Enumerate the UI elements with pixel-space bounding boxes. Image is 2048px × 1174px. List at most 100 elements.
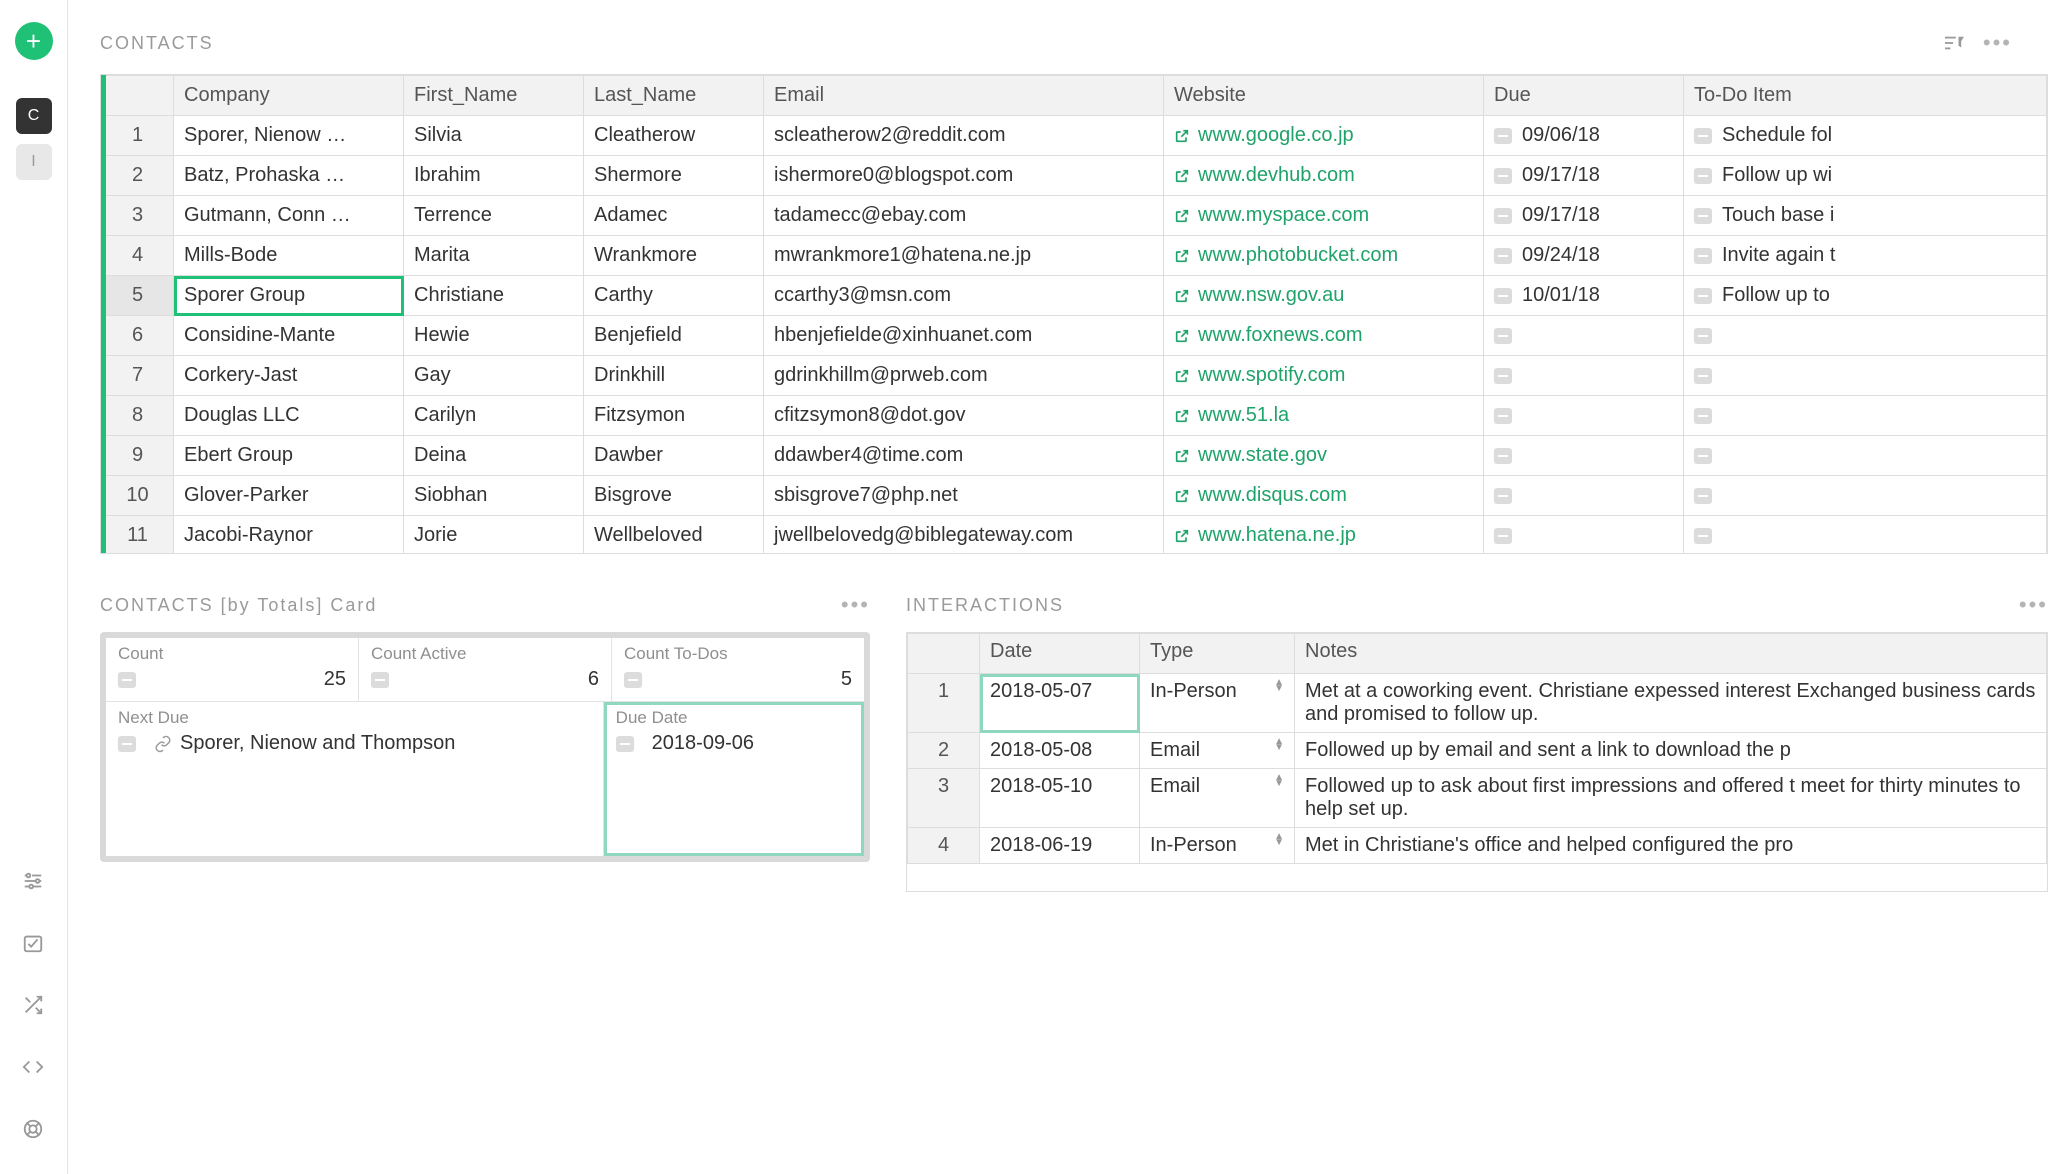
cell-due[interactable]: 09/17/18	[1484, 196, 1684, 236]
row-number[interactable]: 4	[102, 236, 174, 276]
cell-firstname[interactable]: Silvia	[404, 116, 584, 156]
cell-website[interactable]: www.google.co.jp	[1164, 116, 1484, 156]
cell-lastname[interactable]: Drinkhill	[584, 356, 764, 396]
cell-due[interactable]	[1484, 516, 1684, 555]
cell-email[interactable]: cfitzsymon8@dot.gov	[764, 396, 1164, 436]
cell-lastname[interactable]: Carthy	[584, 276, 764, 316]
cell-notes[interactable]: Met at a coworking event. Christiane exp…	[1295, 674, 2047, 733]
card-nextdue-value[interactable]: Sporer, Nienow and Thompson	[180, 732, 455, 755]
add-button[interactable]: +	[15, 22, 53, 60]
table-row[interactable]: 22018-05-08Email▲▼Followed up by email a…	[908, 733, 2047, 769]
cell-firstname[interactable]: Jorie	[404, 516, 584, 555]
cell-email[interactable]: ishermore0@blogspot.com	[764, 156, 1164, 196]
cell-website[interactable]: www.foxnews.com	[1164, 316, 1484, 356]
sort-caret-icon[interactable]: ▲▼	[1274, 834, 1284, 846]
cell-company[interactable]: Douglas LLC	[174, 396, 404, 436]
cell-company[interactable]: Batz, Prohaska …	[174, 156, 404, 196]
cell-notes[interactable]: Followed up to ask about first impressio…	[1295, 769, 2047, 828]
table-row[interactable]: 5Sporer GroupChristianeCarthyccarthy3@ms…	[102, 276, 2047, 316]
card-more-icon[interactable]: •••	[841, 592, 870, 618]
cell-notes[interactable]: Followed up by email and sent a link to …	[1295, 733, 2047, 769]
cell-website[interactable]: www.disqus.com	[1164, 476, 1484, 516]
sort-caret-icon[interactable]: ▲▼	[1274, 775, 1284, 787]
sliders-icon[interactable]	[22, 870, 46, 894]
table-row[interactable]: 4Mills-BodeMaritaWrankmoremwrankmore1@ha…	[102, 236, 2047, 276]
table-row[interactable]: 8Douglas LLCCarilynFitzsymoncfitzsymon8@…	[102, 396, 2047, 436]
cell-date[interactable]: 2018-05-08	[980, 733, 1140, 769]
help-icon[interactable]	[22, 1118, 46, 1142]
cell-company[interactable]: Mills-Bode	[174, 236, 404, 276]
cell-todo[interactable]	[1684, 316, 2047, 356]
cell-todo[interactable]	[1684, 436, 2047, 476]
table-row[interactable]: 7Corkery-JastGayDrinkhillgdrinkhillm@prw…	[102, 356, 2047, 396]
table-row[interactable]: 42018-06-19In-Person▲▼Met in Christiane'…	[908, 828, 2047, 864]
cell-firstname[interactable]: Gay	[404, 356, 584, 396]
cell-email[interactable]: jwellbelovedg@biblegateway.com	[764, 516, 1164, 555]
cell-todo[interactable]	[1684, 476, 2047, 516]
cell-due[interactable]	[1484, 316, 1684, 356]
table-row[interactable]: 11Jacobi-RaynorJorieWellbelovedjwellbelo…	[102, 516, 2047, 555]
sort-caret-icon[interactable]: ▲▼	[1274, 680, 1284, 692]
nav-tile-contacts[interactable]: C	[16, 98, 52, 134]
cell-todo[interactable]: Schedule fol	[1684, 116, 2047, 156]
row-number[interactable]: 2	[908, 733, 980, 769]
cell-due[interactable]	[1484, 436, 1684, 476]
int-col-notes[interactable]: Notes	[1295, 634, 2047, 674]
row-number[interactable]: 3	[102, 196, 174, 236]
table-row[interactable]: 6Considine-ManteHewieBenjefieldhbenjefie…	[102, 316, 2047, 356]
col-lastname[interactable]: Last_Name	[584, 76, 764, 116]
row-number[interactable]: 2	[102, 156, 174, 196]
cell-todo[interactable]	[1684, 516, 2047, 555]
int-col-type[interactable]: Type	[1140, 634, 1295, 674]
cell-lastname[interactable]: Wrankmore	[584, 236, 764, 276]
cell-lastname[interactable]: Adamec	[584, 196, 764, 236]
cell-todo[interactable]: Touch base i	[1684, 196, 2047, 236]
cell-website[interactable]: www.state.gov	[1164, 436, 1484, 476]
interactions-grid[interactable]: Date Type Notes 12018-05-07In-Person▲▼Me…	[906, 632, 2048, 892]
code-icon[interactable]	[22, 1056, 46, 1080]
cell-firstname[interactable]: Ibrahim	[404, 156, 584, 196]
col-firstname[interactable]: First_Name	[404, 76, 584, 116]
cell-type[interactable]: Email▲▼	[1140, 733, 1295, 769]
row-number[interactable]: 8	[102, 396, 174, 436]
cell-company[interactable]: Sporer, Nienow …	[174, 116, 404, 156]
table-row[interactable]: 9Ebert GroupDeinaDawberddawber4@time.com…	[102, 436, 2047, 476]
cell-website[interactable]: www.photobucket.com	[1164, 236, 1484, 276]
cell-firstname[interactable]: Marita	[404, 236, 584, 276]
row-number[interactable]: 1	[102, 116, 174, 156]
cell-due[interactable]	[1484, 356, 1684, 396]
table-row[interactable]: 2Batz, Prohaska …IbrahimShermoreishermor…	[102, 156, 2047, 196]
cell-company[interactable]: Considine-Mante	[174, 316, 404, 356]
cell-company[interactable]: Ebert Group	[174, 436, 404, 476]
col-due[interactable]: Due	[1484, 76, 1684, 116]
cell-company[interactable]: Jacobi-Raynor	[174, 516, 404, 555]
cell-due[interactable]: 10/01/18	[1484, 276, 1684, 316]
table-row[interactable]: 3Gutmann, Conn …TerrenceAdamectadamecc@e…	[102, 196, 2047, 236]
int-col-date[interactable]: Date	[980, 634, 1140, 674]
shuffle-icon[interactable]	[22, 994, 46, 1018]
row-number[interactable]: 3	[908, 769, 980, 828]
table-row[interactable]: 1Sporer, Nienow …SilviaCleatherowscleath…	[102, 116, 2047, 156]
cell-email[interactable]: sbisgrove7@php.net	[764, 476, 1164, 516]
cell-firstname[interactable]: Deina	[404, 436, 584, 476]
cell-company[interactable]: Corkery-Jast	[174, 356, 404, 396]
cell-website[interactable]: www.hatena.ne.jp	[1164, 516, 1484, 555]
cell-firstname[interactable]: Hewie	[404, 316, 584, 356]
cell-due[interactable]: 09/17/18	[1484, 156, 1684, 196]
sort-filter-icon[interactable]	[1943, 34, 1965, 52]
row-number[interactable]: 11	[102, 516, 174, 555]
cell-date[interactable]: 2018-05-10	[980, 769, 1140, 828]
cell-type[interactable]: Email▲▼	[1140, 769, 1295, 828]
cell-lastname[interactable]: Benjefield	[584, 316, 764, 356]
cell-email[interactable]: ddawber4@time.com	[764, 436, 1164, 476]
cell-firstname[interactable]: Terrence	[404, 196, 584, 236]
row-number[interactable]: 6	[102, 316, 174, 356]
cell-firstname[interactable]: Carilyn	[404, 396, 584, 436]
table-row[interactable]: 32018-05-10Email▲▼Followed up to ask abo…	[908, 769, 2047, 828]
sort-caret-icon[interactable]: ▲▼	[1274, 739, 1284, 751]
cell-company[interactable]: Sporer Group	[174, 276, 404, 316]
cell-company[interactable]: Gutmann, Conn …	[174, 196, 404, 236]
cell-due[interactable]	[1484, 396, 1684, 436]
cell-email[interactable]: mwrankmore1@hatena.ne.jp	[764, 236, 1164, 276]
cell-due[interactable]	[1484, 476, 1684, 516]
